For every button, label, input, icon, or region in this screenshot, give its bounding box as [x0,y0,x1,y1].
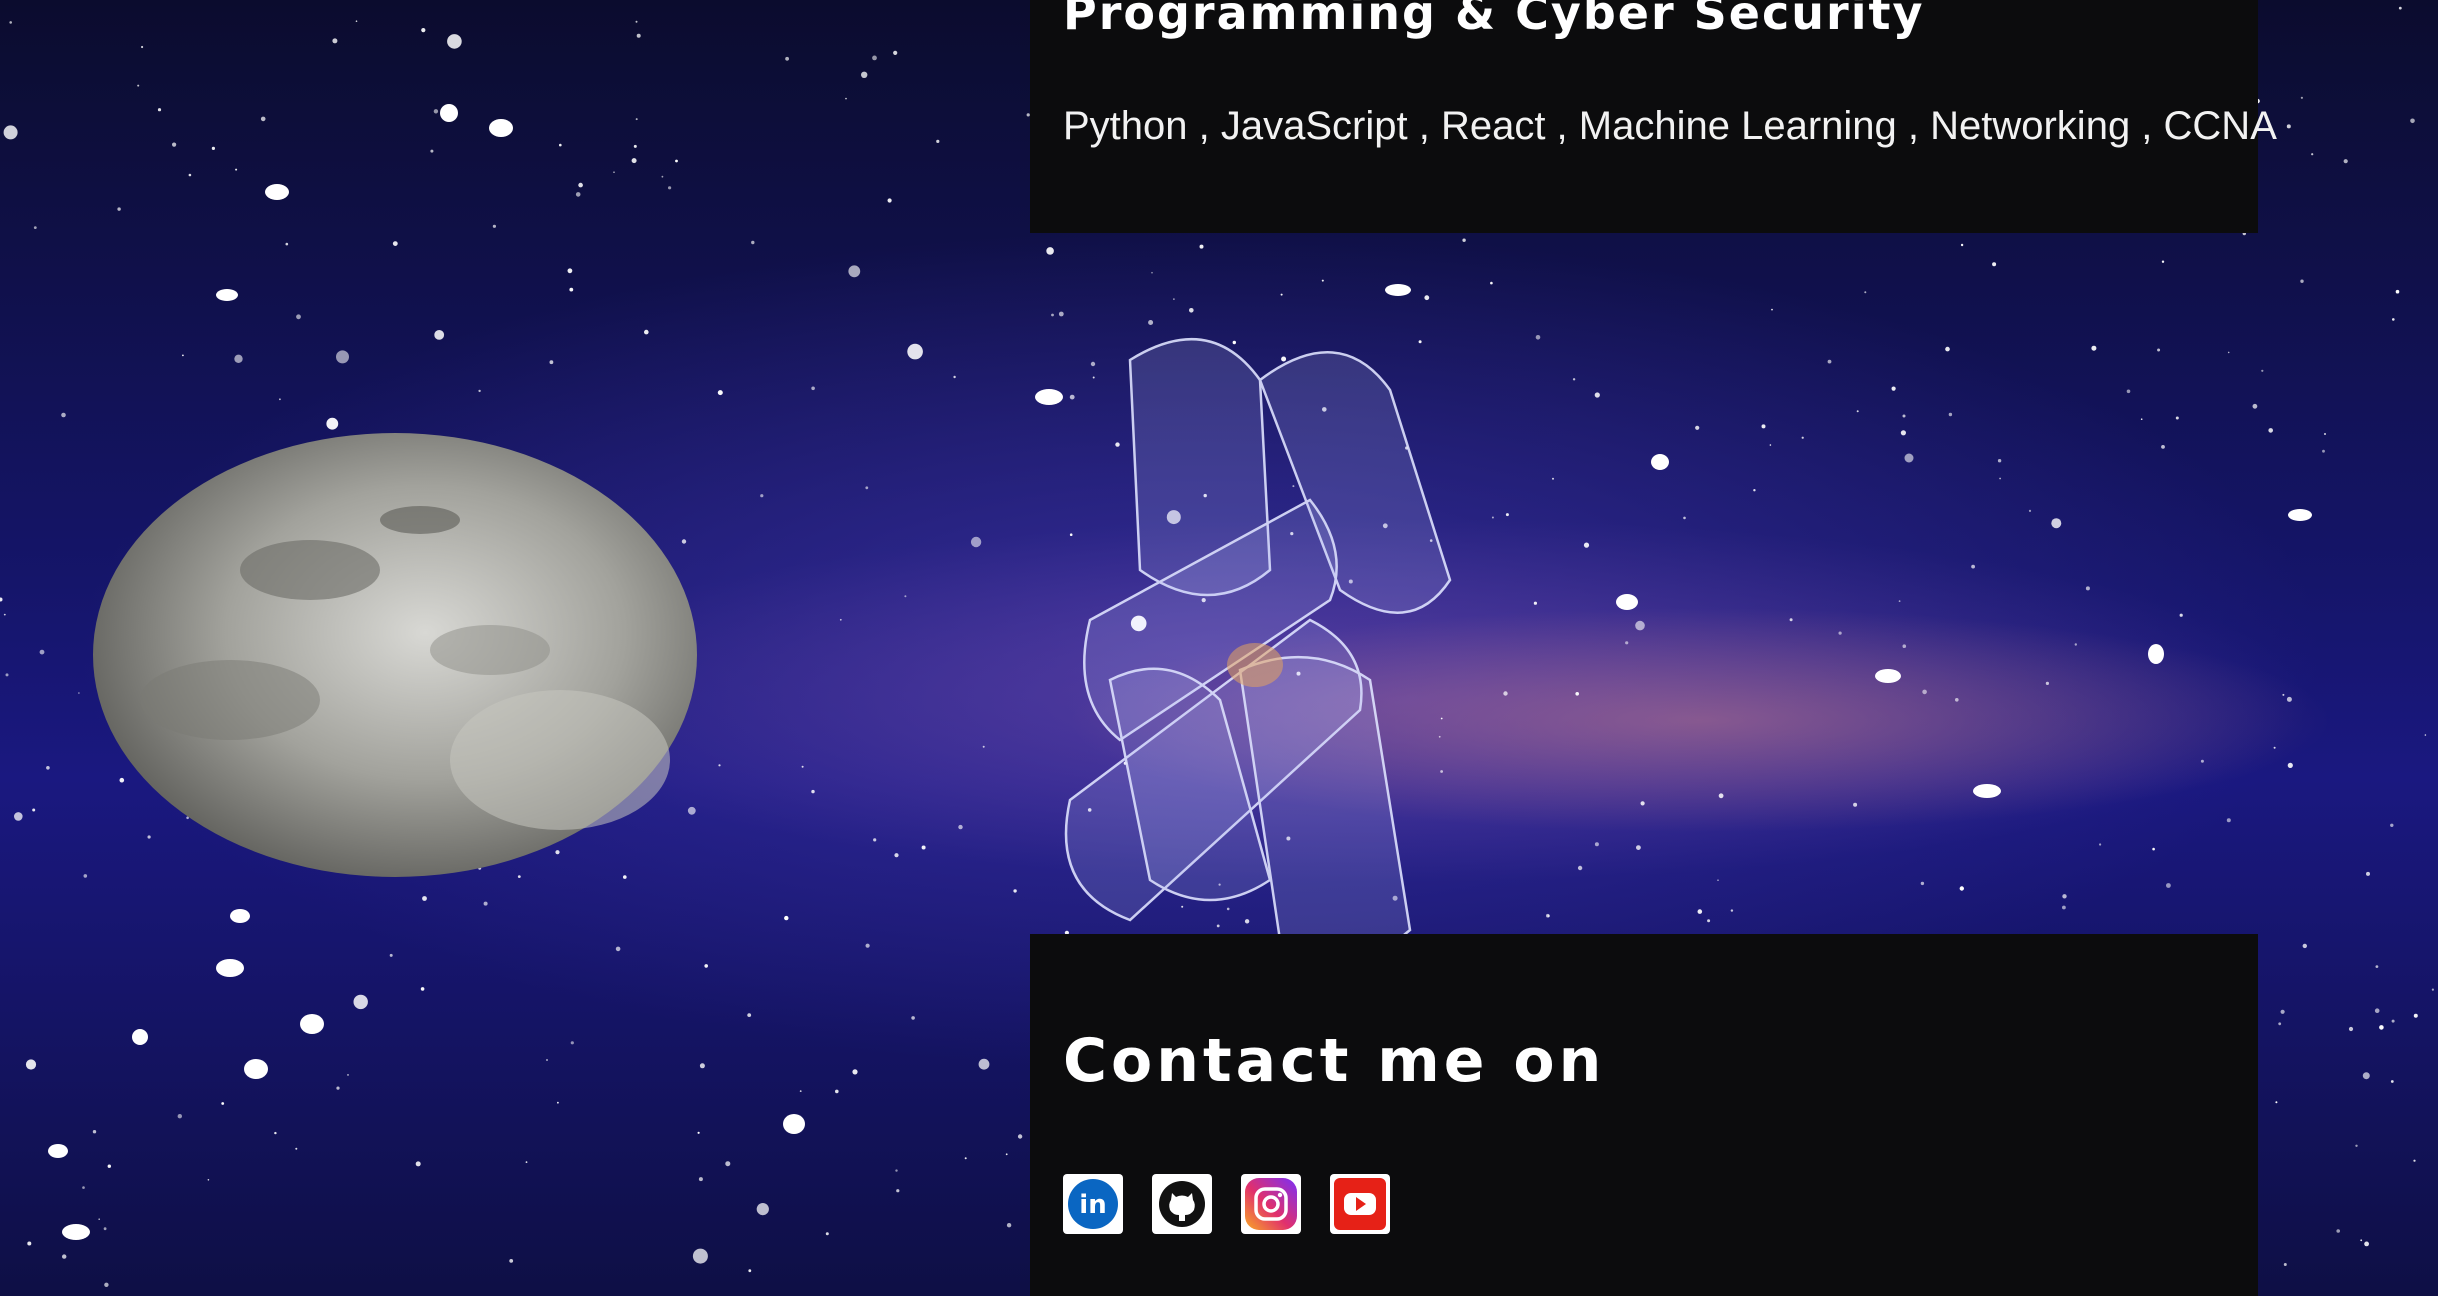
linkedin-link[interactable]: in [1063,1174,1123,1234]
skills-heading: Programming & Cyber Security [1063,0,1925,40]
wireframe-sculpture-model [1064,338,1452,964]
moon-model [93,433,697,877]
instagram-icon [1245,1178,1297,1230]
instagram-link[interactable] [1241,1174,1301,1234]
contact-heading: Contact me on [1063,1026,1606,1096]
skills-list: Python , JavaScript , React , Machine Le… [1063,104,2277,148]
github-icon [1159,1181,1205,1227]
github-link[interactable] [1152,1174,1212,1234]
youtube-link[interactable] [1330,1174,1390,1234]
linkedin-icon: in [1068,1179,1118,1229]
social-bar: in [1063,1174,1390,1234]
youtube-icon [1334,1178,1386,1230]
contact-panel: Contact me on in [1030,934,2258,1296]
space-background: Programming & Cyber Security Python , Ja… [0,0,2438,1296]
svg-text:in: in [1079,1190,1106,1220]
skills-panel: Programming & Cyber Security Python , Ja… [1030,0,2277,233]
